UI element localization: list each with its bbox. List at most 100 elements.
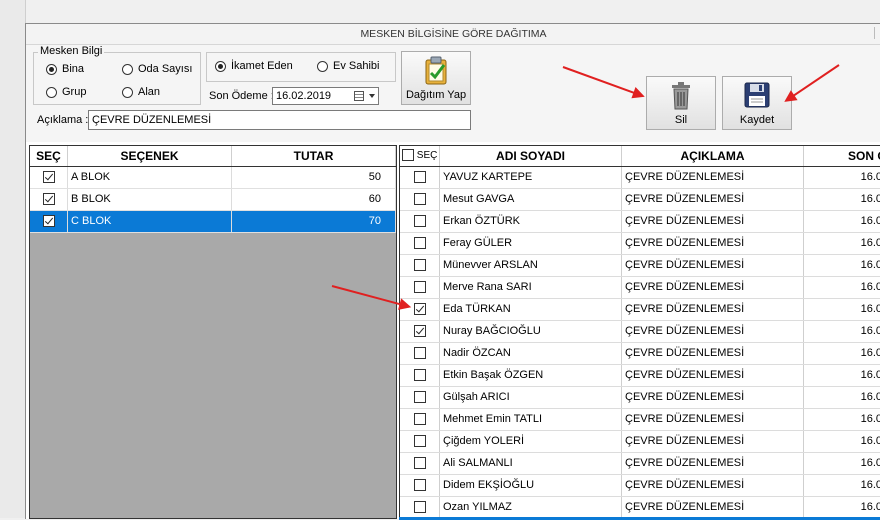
radio-ev-sahibi-indicator[interactable]: [317, 60, 328, 72]
checkbox[interactable]: [413, 501, 426, 514]
resident-aciklama: ÇEVRE DÜZENLEMESİ: [622, 299, 804, 320]
column-header-adi-soyadi[interactable]: ADI SOYADI: [440, 146, 622, 166]
checkbox[interactable]: [413, 325, 426, 338]
resident-checkbox-cell[interactable]: [400, 431, 440, 452]
resident-row[interactable]: Münevver ARSLAN ÇEVRE DÜZENLEMESİ 16.0: [400, 255, 880, 277]
resident-checkbox-cell[interactable]: [400, 409, 440, 430]
checkbox[interactable]: [42, 215, 55, 228]
resident-checkbox-cell[interactable]: [400, 167, 440, 188]
kaydet-button[interactable]: Kaydet: [722, 76, 792, 130]
checkbox[interactable]: [413, 259, 426, 272]
resident-aciklama: ÇEVRE DÜZENLEMESİ: [622, 343, 804, 364]
resident-row[interactable]: Feray GÜLER ÇEVRE DÜZENLEMESİ 16.0: [400, 233, 880, 255]
resident-row[interactable]: Etkin Başak ÖZGEN ÇEVRE DÜZENLEMESİ 16.0: [400, 365, 880, 387]
resident-row[interactable]: Merve Rana SARI ÇEVRE DÜZENLEMESİ 16.0: [400, 277, 880, 299]
resident-row[interactable]: Eda TÜRKAN ÇEVRE DÜZENLEMESİ 16.0: [400, 299, 880, 321]
resident-row[interactable]: Erkan ÖZTÜRK ÇEVRE DÜZENLEMESİ 16.0: [400, 211, 880, 233]
checkbox[interactable]: [42, 193, 55, 206]
resident-son-odeme: 16.0: [860, 457, 880, 469]
column-header-secenek[interactable]: SEÇENEK: [68, 146, 232, 166]
column-header-aciklama[interactable]: AÇIKLAMA: [622, 146, 804, 166]
column-header-select-all[interactable]: SEÇ: [400, 146, 440, 166]
option-checkbox-cell[interactable]: [30, 211, 68, 232]
radio-oda-sayisi[interactable]: Oda Sayısı: [122, 63, 192, 75]
resident-row[interactable]: Ozan YILMAZ ÇEVRE DÜZENLEMESİ 16.0: [400, 497, 880, 519]
option-row[interactable]: B BLOK 60: [30, 189, 396, 211]
resident-name: Eda TÜRKAN: [440, 299, 622, 320]
resident-row[interactable]: Çiğdem YOLERİ ÇEVRE DÜZENLEMESİ 16.0: [400, 431, 880, 453]
column-header-son-odeme[interactable]: SON Ö: [804, 146, 880, 166]
column-header-sec[interactable]: SEÇ: [30, 146, 68, 166]
checkbox[interactable]: [413, 303, 426, 316]
resident-row[interactable]: Gülşah ARICI ÇEVRE DÜZENLEMESİ 16.0: [400, 387, 880, 409]
aciklama-input[interactable]: ÇEVRE DÜZENLEMESİ: [88, 110, 471, 130]
resident-checkbox-cell[interactable]: [400, 321, 440, 342]
option-row[interactable]: A BLOK 50: [30, 167, 396, 189]
resident-checkbox-cell[interactable]: [400, 211, 440, 232]
radio-ikamet-eden-indicator[interactable]: [215, 60, 226, 72]
select-all-checkbox[interactable]: [402, 149, 414, 162]
window-title: MESKEN BİLGİSİNE GÖRE DAĞITIMA: [360, 28, 547, 40]
resident-aciklama: ÇEVRE DÜZENLEMESİ: [622, 189, 804, 210]
resident-checkbox-cell[interactable]: [400, 475, 440, 496]
checkbox[interactable]: [413, 435, 426, 448]
resident-checkbox-cell[interactable]: [400, 453, 440, 474]
background-strip: [0, 0, 26, 518]
radio-alan[interactable]: Alan: [122, 86, 160, 98]
resident-name: YAVUZ KARTEPE: [440, 167, 622, 188]
resident-checkbox-cell[interactable]: [400, 387, 440, 408]
checkbox[interactable]: [413, 479, 426, 492]
resident-row[interactable]: Didem EKŞİOĞLU ÇEVRE DÜZENLEMESİ 16.0: [400, 475, 880, 497]
radio-bina[interactable]: Bina: [46, 63, 84, 75]
checkbox[interactable]: [42, 171, 55, 184]
resident-checkbox-cell[interactable]: [400, 277, 440, 298]
radio-ev-sahibi[interactable]: Ev Sahibi: [317, 60, 379, 72]
radio-ikamet-eden[interactable]: İkamet Eden: [215, 60, 293, 72]
resident-name: Erkan ÖZTÜRK: [440, 211, 622, 232]
chevron-down-icon[interactable]: [369, 94, 375, 98]
checkbox[interactable]: [413, 193, 426, 206]
checkbox[interactable]: [413, 237, 426, 250]
checkbox[interactable]: [413, 457, 426, 470]
resident-checkbox-cell[interactable]: [400, 343, 440, 364]
radio-bina-indicator[interactable]: [46, 63, 57, 75]
resident-row[interactable]: Ali SALMANLI ÇEVRE DÜZENLEMESİ 16.0: [400, 453, 880, 475]
resident-row[interactable]: Nuray BAĞCIOĞLU ÇEVRE DÜZENLEMESİ 16.0: [400, 321, 880, 343]
resident-checkbox-cell[interactable]: [400, 255, 440, 276]
resident-name: Nadir ÖZCAN: [440, 343, 622, 364]
sil-button[interactable]: Sil: [646, 76, 716, 130]
radio-oda-sayisi-indicator[interactable]: [122, 63, 133, 75]
resident-row[interactable]: Mehmet Emin TATLI ÇEVRE DÜZENLEMESİ 16.0: [400, 409, 880, 431]
resident-son-odeme: 16.0: [860, 391, 880, 403]
title-bar-edge: [874, 27, 880, 39]
checkbox[interactable]: [413, 215, 426, 228]
calendar-icon[interactable]: [354, 91, 364, 101]
resident-row[interactable]: YAVUZ KARTEPE ÇEVRE DÜZENLEMESİ 16.0: [400, 167, 880, 189]
resident-checkbox-cell[interactable]: [400, 365, 440, 386]
radio-grup-indicator[interactable]: [46, 86, 57, 98]
column-header-tutar[interactable]: TUTAR: [232, 146, 396, 166]
resident-checkbox-cell[interactable]: [400, 189, 440, 210]
resident-row[interactable]: Mesut GAVGA ÇEVRE DÜZENLEMESİ 16.0: [400, 189, 880, 211]
option-checkbox-cell[interactable]: [30, 167, 68, 188]
radio-grup[interactable]: Grup: [46, 86, 86, 98]
checkbox[interactable]: [413, 171, 426, 184]
dagitim-yap-button[interactable]: Dağıtım Yap: [401, 51, 471, 105]
checkbox[interactable]: [413, 347, 426, 360]
option-row-selected[interactable]: C BLOK 70: [30, 211, 396, 233]
resident-row[interactable]: Nadir ÖZCAN ÇEVRE DÜZENLEMESİ 16.0: [400, 343, 880, 365]
resident-checkbox-cell[interactable]: [400, 497, 440, 518]
son-odeme-date-picker[interactable]: 16.02.2019: [272, 87, 379, 105]
checkbox[interactable]: [413, 413, 426, 426]
checkbox[interactable]: [413, 281, 426, 294]
radio-alan-label: Alan: [138, 86, 161, 98]
option-secenek: B BLOK: [68, 189, 232, 210]
checkbox[interactable]: [413, 391, 426, 404]
option-checkbox-cell[interactable]: [30, 189, 68, 210]
resident-son-odeme: 16.0: [860, 479, 880, 491]
radio-ev-sahibi-label: Ev Sahibi: [333, 60, 380, 72]
checkbox[interactable]: [413, 369, 426, 382]
radio-alan-indicator[interactable]: [122, 86, 133, 98]
resident-son-odeme: 16.0: [860, 281, 880, 293]
resident-checkbox-cell[interactable]: [400, 233, 440, 254]
